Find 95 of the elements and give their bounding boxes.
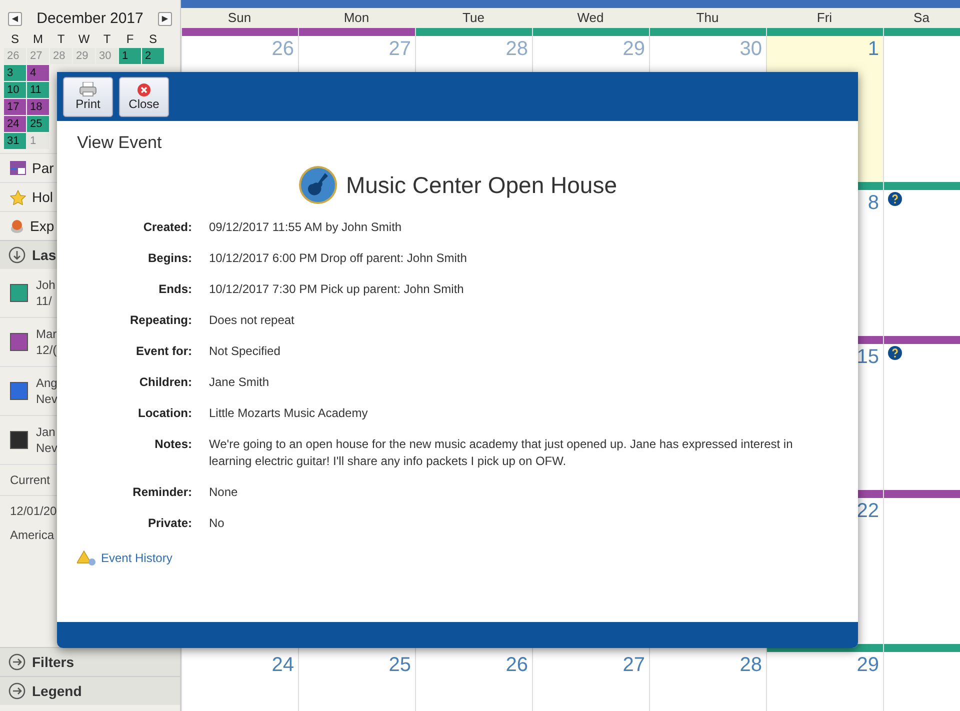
date-number: 8 (868, 192, 879, 215)
mini-calendar-day[interactable]: 1 (119, 48, 141, 64)
field-label: Ends: (158, 281, 192, 298)
mini-calendar-day[interactable]: 18 (27, 99, 49, 115)
field-value: We're going to an open house for the new music academy that just opened up. Jane has expressed interest in learning electric guitar! I'll share any info packets I pick up on OFW. (209, 436, 794, 470)
arrow-down-circle-icon (8, 246, 26, 264)
star-icon (10, 190, 26, 204)
next-month-button[interactable]: ▶ (158, 12, 172, 26)
field-value: 10/12/2017 7:30 PM Pick up parent: John Smith (209, 281, 465, 298)
field-value: Not Specified (209, 343, 282, 360)
help-icon[interactable] (888, 192, 902, 206)
current-date: 12/01/20 (9, 503, 58, 520)
date-number: 26 (506, 654, 528, 677)
dialog-heading: View Event (77, 133, 163, 153)
weekday-header: Sa (912, 9, 930, 27)
mini-calendar-day[interactable]: 31 (4, 133, 26, 149)
date-number: 22 (856, 500, 879, 523)
date-number: 26 (272, 38, 294, 61)
field-label: Notes: (154, 436, 192, 453)
mini-calendar-day[interactable]: 11 (27, 82, 49, 98)
field-value: Jane Smith (209, 374, 270, 391)
weekday-header: Mon (342, 9, 370, 27)
field-value: None (209, 484, 239, 501)
parent-date: Nev (36, 391, 58, 407)
weekday-label: S (10, 31, 20, 47)
field-label: Begins: (146, 250, 192, 267)
date-number: 28 (506, 38, 528, 61)
parent-name: Mar (36, 326, 57, 342)
printer-icon (79, 82, 97, 97)
date-number: 29 (622, 38, 645, 61)
field-value: No (209, 515, 226, 532)
field-label: Location: (137, 405, 192, 422)
field-value: 10/12/2017 6:00 PM Drop off parent: John Smith (209, 250, 468, 267)
weekday-label: S (148, 31, 158, 47)
previous-month-button[interactable]: ◀ (8, 12, 22, 26)
field-label: Repeating: (128, 312, 192, 329)
weekday-header: Thu (695, 9, 720, 27)
field-label: Event for: (134, 343, 192, 360)
date-number: 27 (388, 38, 411, 61)
mini-calendar-day[interactable]: 10 (4, 82, 26, 98)
date-number: 30 (740, 38, 762, 61)
section-header[interactable]: Filters (0, 647, 180, 676)
field-label: Reminder: (132, 484, 192, 501)
date-number: 27 (622, 654, 645, 677)
arrow-right-circle-icon (8, 653, 26, 671)
help-icon[interactable] (888, 346, 902, 360)
weekday-label: F (125, 31, 135, 47)
parent-date: 12/( (36, 342, 57, 358)
month-title: December 2017 (36, 10, 144, 27)
field-label: Private: (146, 515, 192, 532)
close-button[interactable]: Close (119, 76, 169, 116)
calendar-icon (10, 161, 26, 175)
sidebar-link[interactable]: Exp (30, 218, 54, 234)
parent-name: Ang (36, 375, 58, 391)
weekday-label: M (32, 31, 44, 47)
date-number: 28 (740, 654, 762, 677)
parent-date: Nev (36, 440, 58, 456)
close-icon (137, 82, 151, 96)
weekday-label: T (56, 31, 66, 47)
field-value: 09/12/2017 11:55 AM by John Smith (209, 219, 403, 236)
guitar-icon (298, 165, 338, 205)
date-number: 15 (856, 346, 879, 369)
weekday-header: Wed (576, 9, 605, 27)
mini-calendar-day[interactable]: 25 (27, 116, 49, 132)
sidebar-link[interactable]: Par (32, 160, 54, 176)
date-number: 24 (272, 654, 294, 677)
weekday-label: T (102, 31, 112, 47)
mini-calendar-day[interactable]: 24 (4, 116, 26, 132)
mini-calendar-day[interactable]: 3 (4, 65, 26, 81)
sidebar-link[interactable]: Hol (32, 189, 54, 205)
weekday-header: Tue (462, 9, 486, 27)
weekday-header: Fri (816, 9, 834, 27)
print-button[interactable]: Print (63, 76, 113, 116)
section-header[interactable]: Legend (0, 676, 180, 705)
mini-calendar-day[interactable]: 17 (4, 99, 26, 115)
date-number: 1 (868, 38, 879, 61)
arrow-right-circle-icon (8, 682, 26, 700)
event-history-link[interactable]: Event History (77, 550, 172, 566)
chart-icon (10, 218, 24, 234)
field-label: Children: (138, 374, 192, 391)
mini-calendar-day[interactable]: 2 (142, 48, 164, 64)
date-number: 29 (856, 654, 879, 677)
current-label: Current (9, 472, 52, 489)
time-zone: America (9, 527, 56, 544)
field-label: Created: (142, 219, 192, 236)
date-number: 25 (388, 654, 411, 677)
weekday-header: Sun (226, 9, 252, 27)
parent-name: Jan (36, 424, 56, 440)
parent-date: 11/ (36, 293, 53, 309)
mini-calendar-day[interactable]: 4 (27, 65, 49, 81)
field-value: Little Mozarts Music Academy (209, 405, 369, 422)
field-value: Does not repeat (209, 312, 296, 329)
parent-name: Joh (36, 277, 56, 293)
event-title: Music Center Open House (346, 172, 617, 198)
weekday-label: W (77, 31, 91, 47)
